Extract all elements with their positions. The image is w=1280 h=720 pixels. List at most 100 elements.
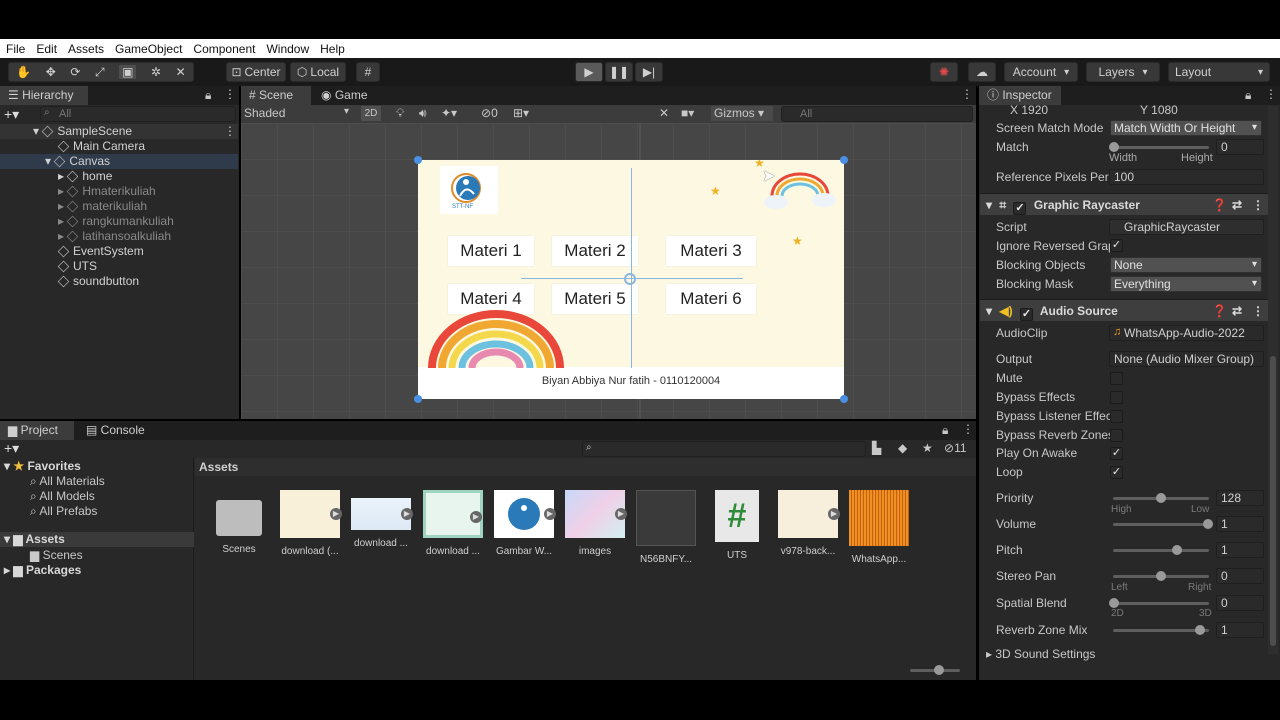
ref-res-y[interactable]: Y 1080	[1140, 101, 1178, 119]
priority-knob[interactable]	[1156, 493, 1166, 503]
account-dropdown[interactable]: Account	[1004, 62, 1078, 82]
packages-folder-row[interactable]: ▸ ▆ Packages	[4, 563, 81, 577]
assets-folder-row[interactable]: ▾ ▆ Assets	[0, 532, 194, 547]
tree-latihansoalkuliah[interactable]: ▸ latihansoalkuliah	[0, 229, 238, 244]
stereo-pan-input[interactable]: 0	[1216, 568, 1264, 584]
materi-1-button[interactable]: Materi 1	[448, 236, 534, 266]
match-input[interactable]: 0	[1216, 139, 1264, 155]
collab-button[interactable]: ✺	[930, 62, 958, 82]
tree-rangkumankuliah[interactable]: ▸ rangkumankuliah	[0, 214, 238, 229]
hand-tool-icon[interactable]: ✋	[16, 65, 31, 79]
lighting-icon[interactable]: 💡︎	[396, 106, 404, 121]
asset-download-3[interactable]: ▶ download ...	[417, 490, 489, 557]
menu-assets[interactable]: Assets	[68, 42, 104, 56]
help-icon[interactable]: ❓	[1212, 194, 1227, 216]
breadcrumb[interactable]: Assets	[195, 458, 976, 476]
tab-console[interactable]: ▤ Console	[78, 421, 154, 440]
scene-more-icon[interactable]: ⋮	[224, 124, 236, 138]
more-icon[interactable]: ⋮	[962, 422, 974, 436]
audioclip-field[interactable]: WhatsApp-Audio-2022	[1109, 325, 1264, 341]
tab-scene[interactable]: # Scene	[241, 86, 311, 105]
effects-icon[interactable]: ✦▾	[441, 106, 457, 120]
ref-res-x[interactable]: X 1920	[1010, 101, 1048, 119]
play-on-awake-checkbox[interactable]: ✓	[1110, 447, 1123, 460]
scene-search-input[interactable]: All	[781, 106, 973, 122]
menu-component[interactable]: Component	[193, 42, 255, 56]
thumbnail-size-knob[interactable]	[934, 665, 944, 675]
game-canvas[interactable]: STT-NF Materi 1 Materi 2 Materi 3 Materi…	[418, 160, 844, 399]
tree-home[interactable]: ▸ home	[0, 169, 238, 184]
custom-tool-icon[interactable]: ✕	[176, 65, 186, 79]
favorite-all-prefabs[interactable]: ⌕ All Prefabs	[30, 504, 97, 519]
lock-icon[interactable]: 🔒︎	[205, 88, 211, 103]
spatial-blend-input[interactable]: 0	[1216, 595, 1264, 611]
rect-tool-icon[interactable]: ▣	[119, 65, 137, 79]
resize-handle[interactable]	[840, 156, 848, 164]
reverb-zone-mix-input[interactable]: 1	[1216, 622, 1264, 638]
volume-slider[interactable]	[1113, 523, 1209, 526]
asset-gambar[interactable]: ▶ Gambar W...	[488, 490, 560, 557]
tree-soundbutton[interactable]: soundbutton	[0, 274, 238, 289]
step-button[interactable]: ▶|	[635, 62, 663, 82]
tree-scene[interactable]: ▾ SampleScene	[0, 124, 238, 139]
stereo-pan-knob[interactable]	[1156, 571, 1166, 581]
more-icon[interactable]: ⋮	[224, 87, 236, 101]
resize-handle[interactable]	[840, 395, 848, 403]
materi-2-button[interactable]: Materi 2	[552, 236, 638, 266]
grid-icon[interactable]: ⊞▾	[513, 106, 529, 120]
output-field[interactable]: None (Audio Mixer Group)	[1109, 351, 1264, 367]
screen-match-dropdown[interactable]: Match Width Or Height	[1110, 120, 1262, 136]
menu-help[interactable]: Help	[320, 42, 345, 56]
tree-uts[interactable]: UTS	[0, 259, 238, 274]
asset-whatsapp-audio[interactable]: WhatsApp...	[843, 490, 915, 565]
bypass-effects-checkbox[interactable]	[1110, 391, 1123, 404]
blocking-mask-dropdown[interactable]: Everything	[1110, 276, 1262, 292]
audio-icon[interactable]: 🔊︎	[419, 106, 427, 121]
blocking-objects-dropdown[interactable]: None	[1110, 257, 1262, 273]
layers-dropdown[interactable]: Layers	[1086, 62, 1160, 82]
filter-type-icon[interactable]: ▙	[872, 441, 881, 455]
ref-ppu-input[interactable]: 100	[1109, 169, 1264, 185]
move-tool-icon[interactable]: ✥	[46, 65, 56, 79]
resize-handle[interactable]	[414, 395, 422, 403]
play-button[interactable]: ▶	[575, 62, 603, 82]
more-icon[interactable]: ⋮	[1265, 87, 1277, 101]
asset-download-1[interactable]: ▶ download (...	[274, 490, 346, 557]
menu-gameobject[interactable]: GameObject	[115, 42, 182, 56]
3d-sound-settings-foldout[interactable]: ▸ 3D Sound Settings	[986, 645, 1095, 663]
audio-source-header[interactable]: ▾ ◀) ✓ Audio Source ❓ ⇄ ⋮	[980, 299, 1268, 321]
scenes-folder-row[interactable]: ▆ Scenes	[30, 548, 83, 562]
tree-hmaterikuliah[interactable]: ▸ Hmaterikuliah	[0, 184, 238, 199]
more-icon[interactable]: ⋮	[961, 87, 973, 101]
asset-uts-script[interactable]: # UTS	[701, 490, 773, 561]
spatial-blend-slider[interactable]	[1113, 602, 1209, 605]
volume-knob[interactable]	[1203, 519, 1213, 529]
ignore-reversed-checkbox[interactable]: ✓	[1110, 239, 1123, 252]
audio-enabled-checkbox[interactable]: ✓	[1019, 308, 1033, 321]
pitch-slider[interactable]	[1113, 549, 1209, 552]
layout-dropdown[interactable]: Layout	[1168, 62, 1270, 82]
graphic-raycaster-header[interactable]: ▾ ⌗ ✓ Graphic Raycaster ❓ ⇄ ⋮	[980, 193, 1268, 215]
2d-toggle[interactable]: 2D	[361, 106, 381, 121]
pitch-input[interactable]: 1	[1216, 542, 1264, 558]
resize-handle[interactable]	[414, 156, 422, 164]
hidden-objects-icon[interactable]: ⊘0	[481, 106, 498, 120]
more-icon[interactable]: ⋮	[1252, 300, 1264, 322]
lock-icon[interactable]: 🔒︎	[942, 423, 948, 438]
menu-window[interactable]: Window	[266, 42, 309, 56]
bypass-reverb-checkbox[interactable]	[1110, 429, 1123, 442]
spatial-blend-knob[interactable]	[1109, 598, 1119, 608]
shading-dropdown[interactable]: Shaded ▾	[244, 106, 354, 120]
favorite-all-materials[interactable]: ⌕ All Materials	[30, 474, 105, 489]
tree-materikuliah[interactable]: ▸ materikuliah	[0, 199, 238, 214]
pivot-local-button[interactable]: ⬡ Local	[290, 62, 346, 82]
bypass-listener-checkbox[interactable]	[1110, 410, 1123, 423]
tree-canvas[interactable]: ▾ Canvas	[0, 154, 238, 169]
mute-checkbox[interactable]	[1110, 372, 1123, 385]
star-filter-icon[interactable]: ★	[922, 441, 933, 455]
gizmos-dropdown[interactable]: Gizmos ▾	[711, 106, 773, 121]
more-icon[interactable]: ⋮	[1252, 194, 1264, 216]
transform-tool-icon[interactable]: ✲	[151, 65, 161, 79]
pause-button[interactable]: ❚❚	[605, 62, 633, 82]
hierarchy-search-input[interactable]: All	[40, 106, 236, 122]
